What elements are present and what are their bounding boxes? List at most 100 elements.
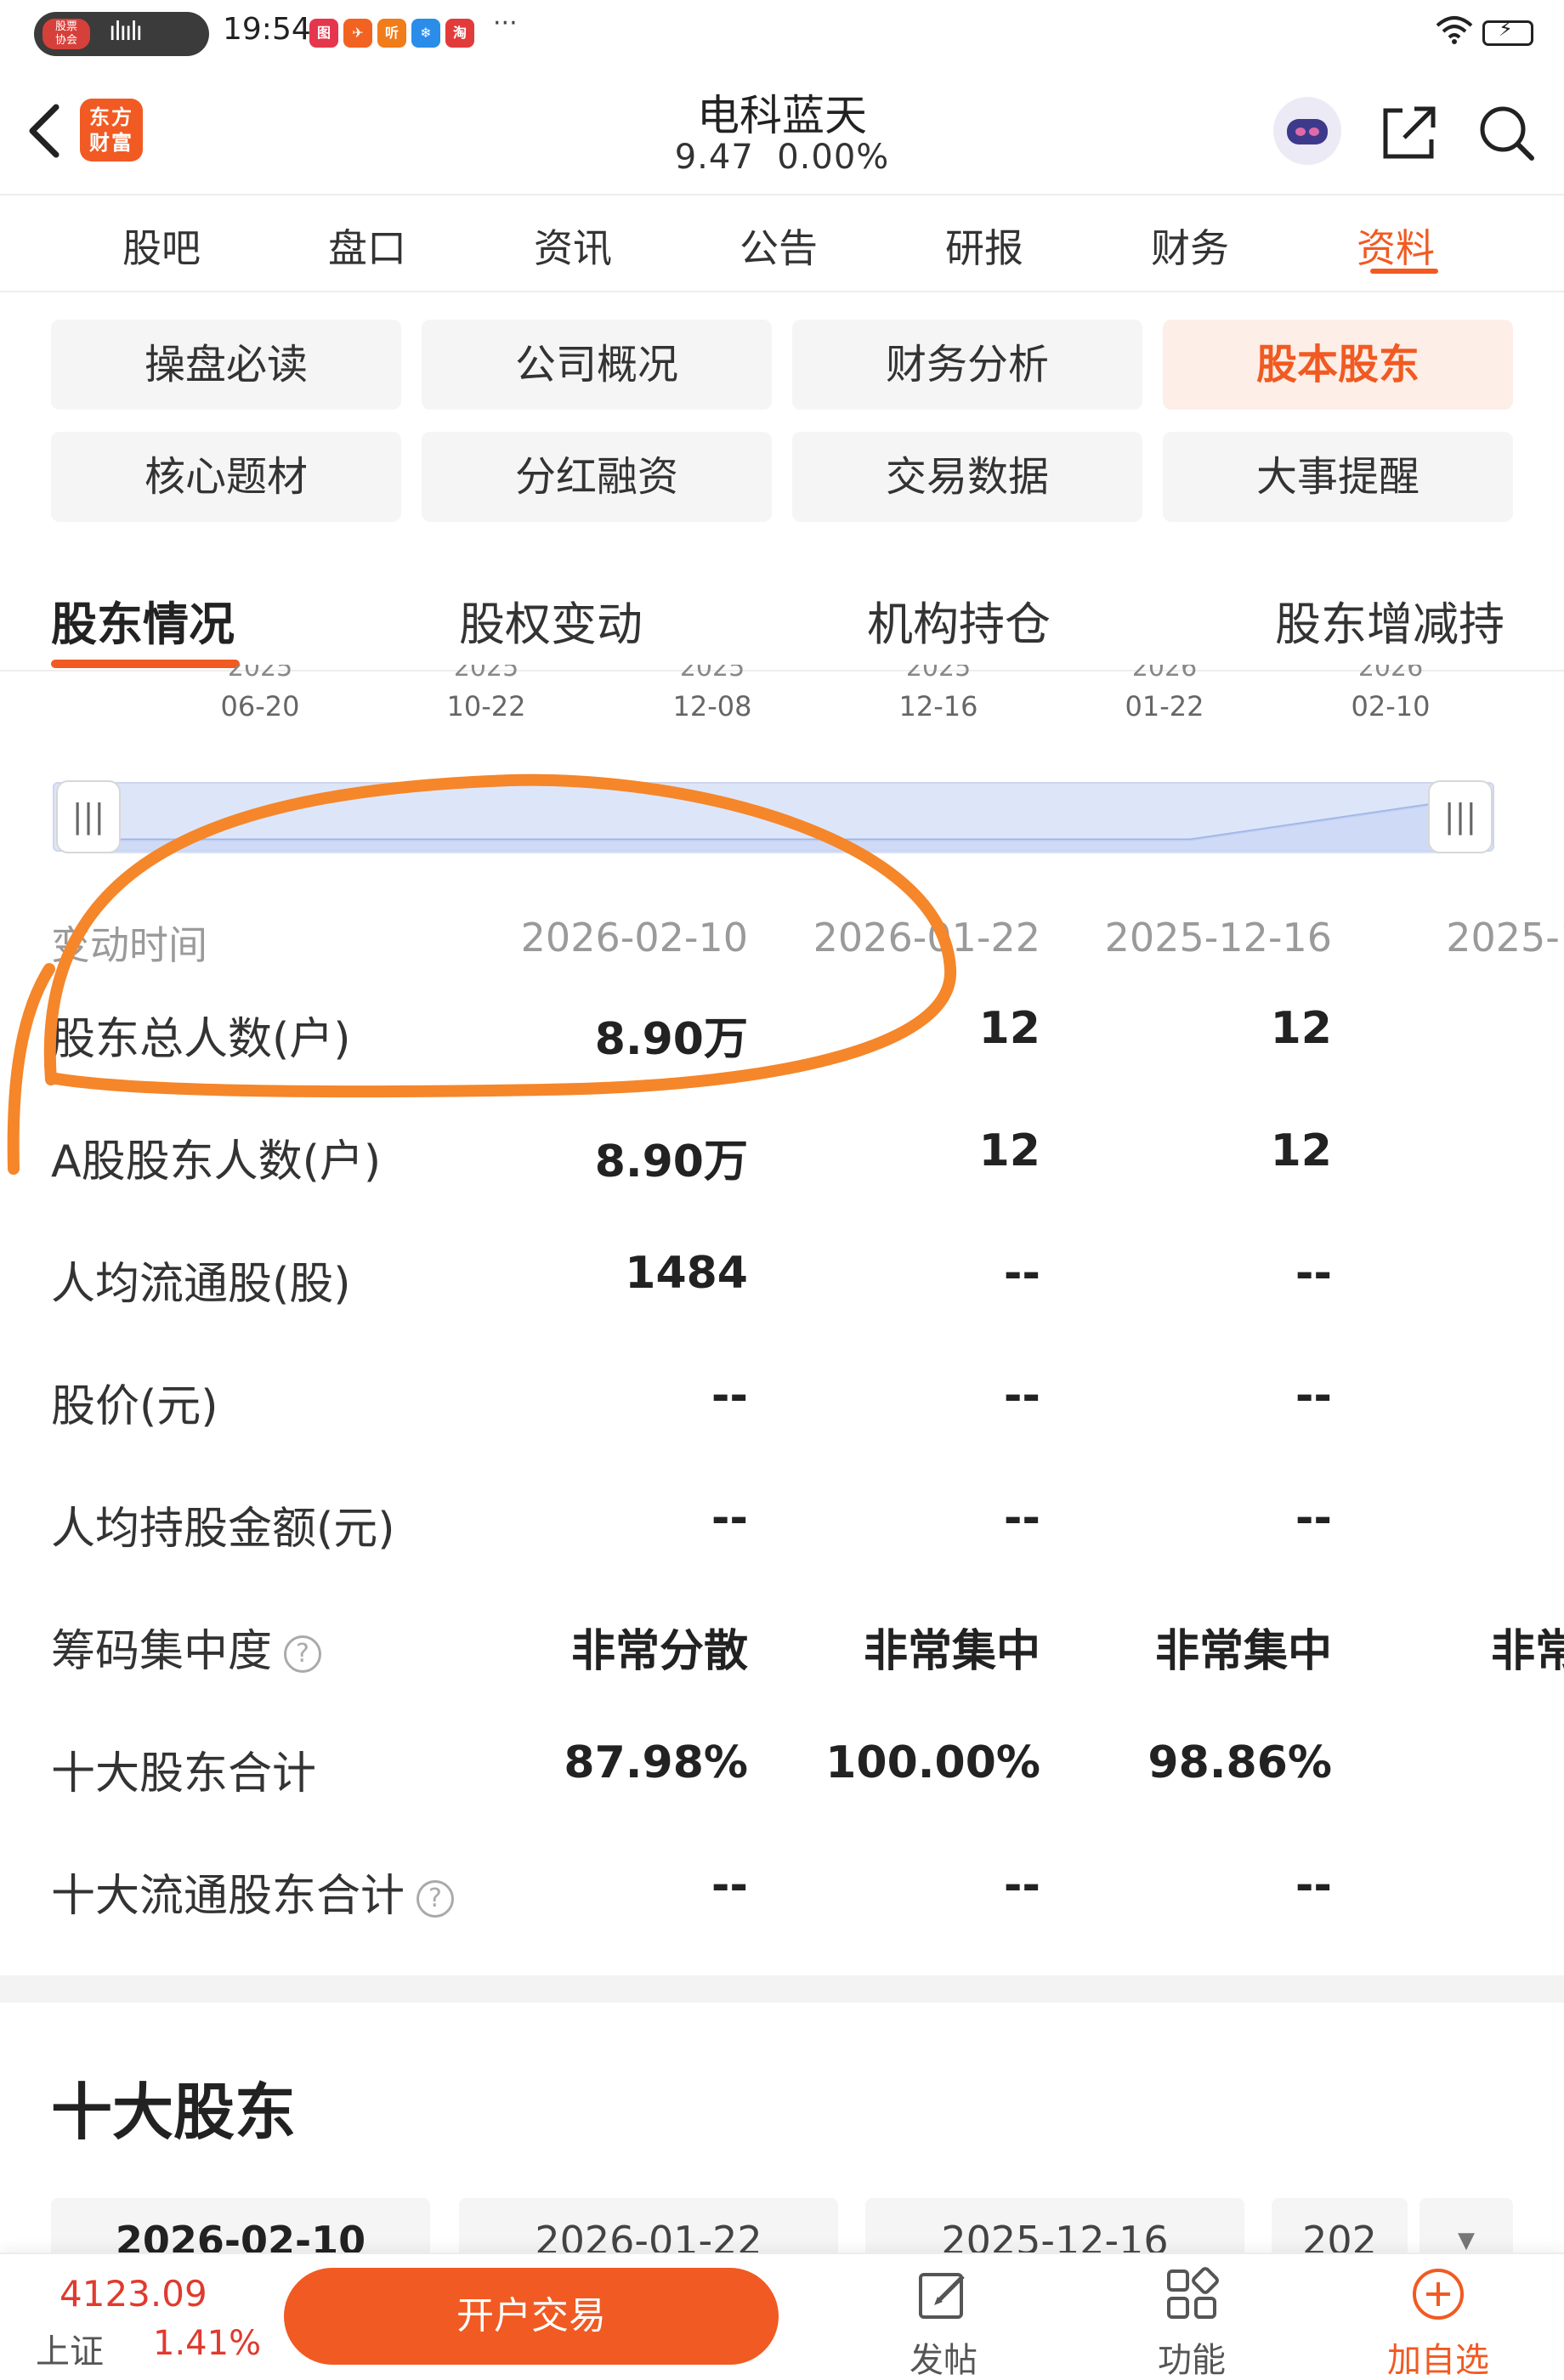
table-cell: 8.90万 [594,1136,748,1187]
voice-pill: 股票 协会 ılıılı [34,12,209,56]
back-arrow-icon[interactable] [19,97,70,165]
sub-button-1-3[interactable]: 大事提醒 [1163,432,1513,522]
table-cell: -- [711,1493,748,1544]
post-icon [876,2264,1012,2324]
axis-year-0: 2025 [192,665,328,678]
stock-price: 9.47 0.00% [674,138,890,177]
table-cell: -- [711,1860,748,1911]
sub-button-0-3[interactable]: 股本股东 [1163,320,1513,410]
app-icon-5: 淘 [445,19,474,48]
row-label-text: 股价(元) [51,1381,218,1432]
audio-wave-icon: ılıılı [109,17,143,47]
table-cell: -- [1295,1370,1332,1421]
row-label-4: 人均持股金额(元) [51,1493,395,1556]
axis-date-4: 01-22 [1125,690,1204,722]
top10-title: 十大股东 [51,2077,297,2148]
help-icon[interactable]: ? [284,1635,322,1673]
range-handle-right[interactable]: ||| [1428,780,1493,853]
axis-date-2: 12-08 [672,690,752,722]
axis-year-5: 2026 [1323,665,1459,678]
header-divider [0,194,1564,196]
table-cell: -- [1003,1370,1040,1421]
axis-date-0: 06-20 [220,690,300,722]
tab-5[interactable]: 财务 [1105,218,1275,274]
battery-icon: ⚡ [1482,17,1533,46]
axis-year-1: 2025 [418,665,554,678]
section-tab-0[interactable]: 股东情况 [51,586,235,654]
sub-button-1-2[interactable]: 交易数据 [792,432,1142,522]
add-watchlist-button[interactable]: 加自选 [1370,2264,1506,2380]
help-icon[interactable]: ? [416,1880,455,1918]
app-logo[interactable]: 东方 财富 [80,99,143,162]
section-tab-1[interactable]: 股权变动 [459,586,643,654]
main-tab-indicator [1370,269,1438,274]
row-label-text: A股股东人数(户) [51,1136,382,1187]
sub-button-0-1[interactable]: 公司概况 [422,320,772,410]
add-watchlist-label: 加自选 [1387,2341,1489,2380]
share-icon[interactable] [1377,100,1442,165]
table-cell: 12 [1270,1003,1332,1054]
status-time: 19:54 [223,12,311,47]
axis-date-1: 10-22 [446,690,526,722]
column-date-0[interactable]: 2026-02-10 [476,915,748,960]
sub-button-0-2[interactable]: 财务分析 [792,320,1142,410]
post-label: 发帖 [910,2341,978,2380]
column-date-1[interactable]: 2026-01-22 [768,915,1040,960]
column-date-2[interactable]: 2025-12-16 [1060,915,1332,960]
table-cell: -- [1003,1493,1040,1544]
table-cell: 非常集中 [1154,1626,1332,1677]
ai-assistant-icon[interactable] [1273,97,1341,165]
sub-button-1-1[interactable]: 分红融资 [422,432,772,522]
axis-date-5: 02-10 [1351,690,1431,722]
tab-2[interactable]: 资讯 [488,218,658,274]
tab-6[interactable]: 资料 [1311,218,1481,274]
row-label-0: 股东总人数(户) [51,1003,351,1067]
row-label-text: 十大股东合计 [51,1748,317,1799]
function-button[interactable]: 功能 [1124,2264,1260,2380]
app-icon-1: 图 [309,19,338,48]
app-icon-4: ❄ [411,19,440,48]
table-cell: 87.98% [564,1737,748,1788]
app-badge: 股票 协会 [42,19,90,49]
app-icon-2: ✈ [343,19,372,48]
axis-year-4: 2026 [1096,665,1232,678]
table-cell: 12 [978,1125,1040,1176]
row-label-text: 股东总人数(户) [51,1014,351,1065]
sub-button-0-0[interactable]: 操盘必读 [51,320,401,410]
table-cell: -- [1003,1860,1040,1911]
row-label-6: 十大股东合计 [51,1737,316,1801]
column-date-3[interactable]: 2025-12- [1352,915,1564,960]
index-name[interactable]: 上证 [36,2324,104,2373]
row-label-1: A股股东人数(户) [51,1125,381,1189]
row-label-text: 人均持股金额(元) [51,1504,395,1555]
function-label: 功能 [1158,2341,1226,2380]
tab-0[interactable]: 股吧 [76,218,246,274]
tab-3[interactable]: 公告 [694,218,864,274]
table-cell: 非常分散 [570,1626,748,1677]
table-cell: 12 [1270,1125,1332,1176]
section-separator [0,1975,1564,2003]
tab-4[interactable]: 研报 [899,218,1069,274]
section-tab-2[interactable]: 机构持仓 [867,586,1051,654]
sub-button-1-0[interactable]: 核心题材 [51,432,401,522]
range-handle-left[interactable]: ||| [56,780,121,853]
axis-year-2: 2025 [644,665,780,678]
add-circle-icon [1370,2264,1506,2324]
search-icon[interactable] [1474,100,1538,165]
table-cell: 1484 [625,1248,748,1299]
index-value[interactable]: 4123.09 [60,2273,207,2315]
section-tab-3[interactable]: 股东增减持 [1275,586,1504,654]
table-cell: 12 [978,1003,1040,1054]
post-button[interactable]: 发帖 [876,2264,1012,2380]
open-account-button[interactable]: 开户交易 [284,2268,779,2365]
index-change[interactable]: 1.41% [153,2324,261,2363]
row-label-text: 人均流通股(股) [51,1259,351,1310]
table-cell: 100.00% [825,1737,1040,1788]
tab-1[interactable]: 盘口 [282,218,452,274]
axis-year-3: 2025 [870,665,1006,678]
range-track[interactable] [53,782,1494,853]
row-label-text: 筹码集中度 [51,1626,273,1677]
status-bar: 股票 协会 ılıılı 19:54 图 ✈ 听 ❄ 淘 ··· ⚡ [0,0,1564,68]
table-cell: 8.90万 [594,1014,748,1065]
axis-date-3: 12-16 [898,690,978,722]
